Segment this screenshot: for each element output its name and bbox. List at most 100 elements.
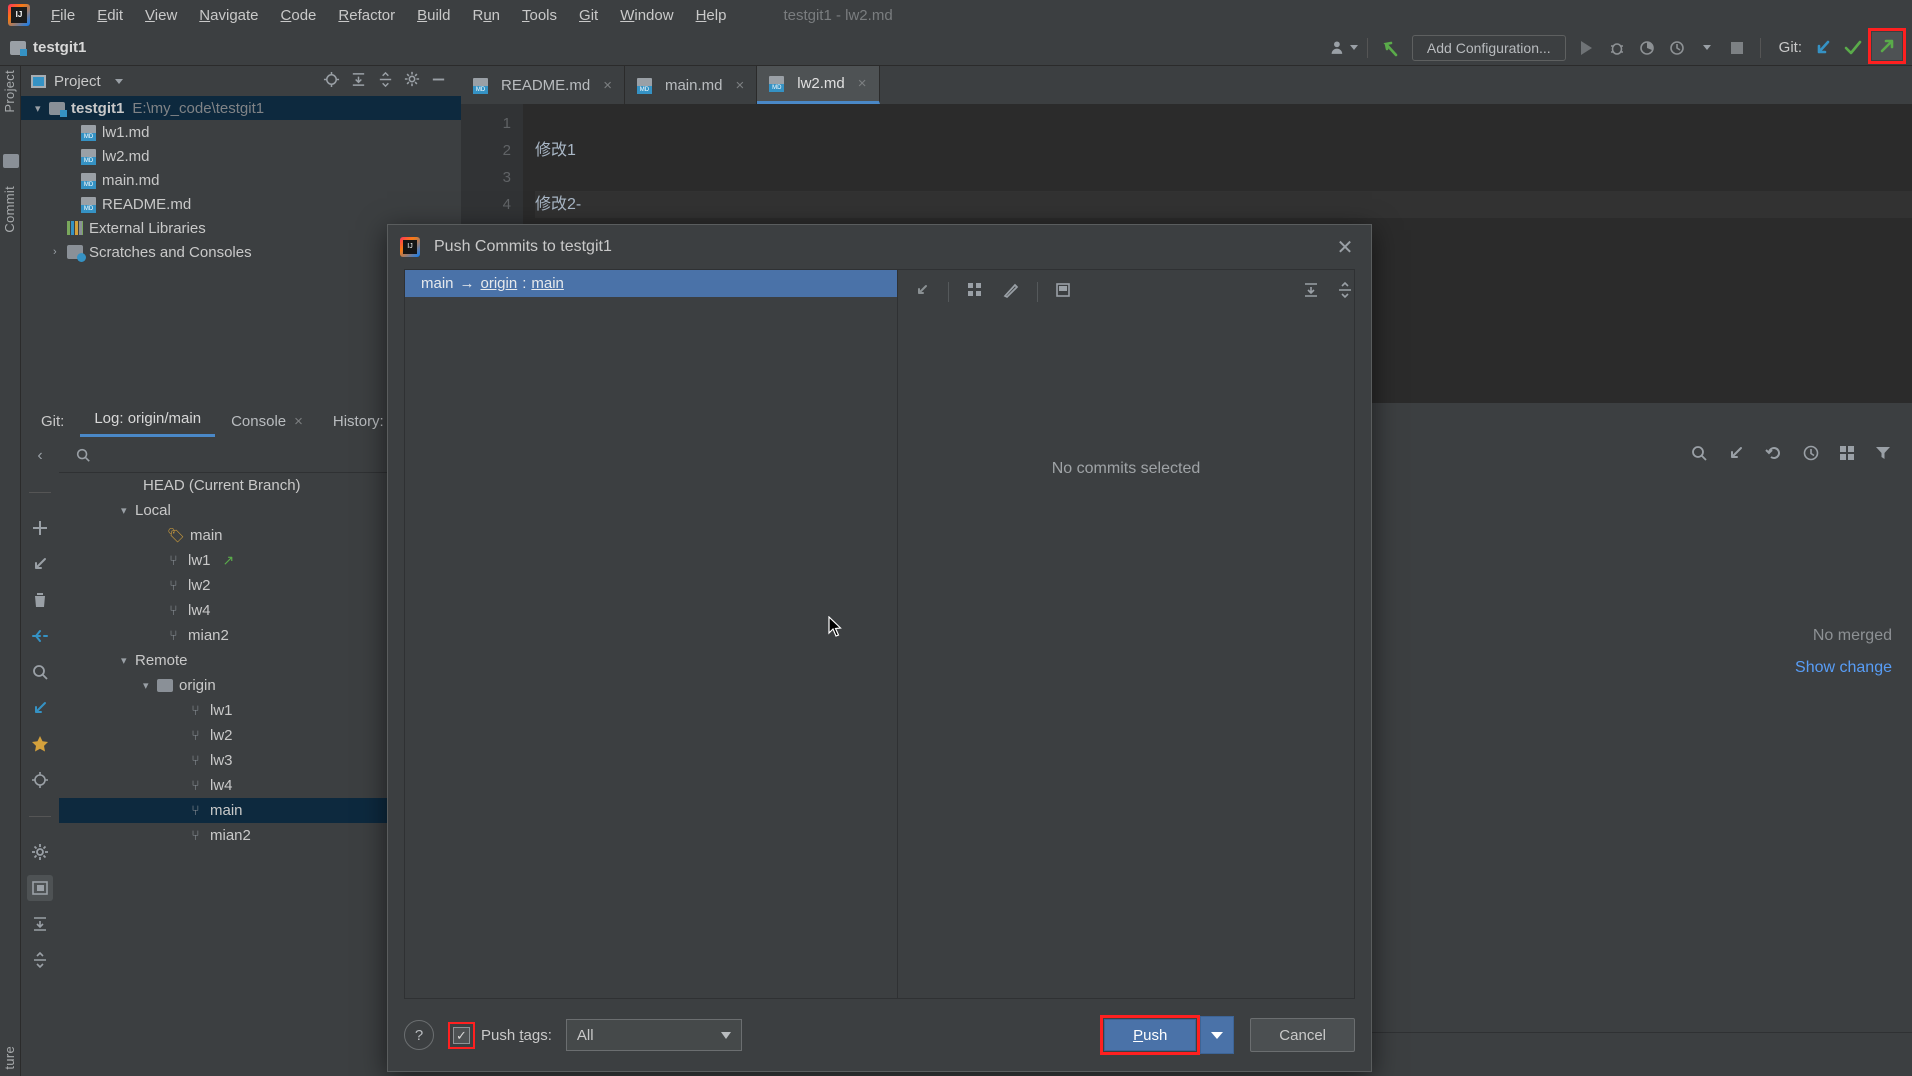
collapse-all-icon[interactable] [1336,281,1354,304]
dialog-commit-list-pane[interactable]: main → origin : main [405,270,898,998]
project-tree-root[interactable]: ▾ testgit1 E:\my_code\testgit1 [21,96,461,120]
branch-local-lw2[interactable]: ⑂ lw2 [59,573,404,598]
show-branches-icon[interactable] [27,875,53,901]
tool-tab-commit[interactable]: Commit [2,186,17,233]
close-icon[interactable]: × [858,75,867,92]
branch-origin-mian2[interactable]: ⑂ mian2 [59,823,404,848]
checkout-icon[interactable] [27,551,53,577]
menu-item-window[interactable]: Window [609,3,684,28]
search-icon[interactable] [1690,444,1708,467]
rebase-icon[interactable] [27,695,53,721]
settings-gear-icon[interactable] [27,839,53,865]
branch-local-mian2[interactable]: ⑂ mian2 [59,623,404,648]
branch-origin-lw2[interactable]: ⑂ lw2 [59,723,404,748]
git-push-icon[interactable] [1872,31,1902,60]
menu-item-code[interactable]: Code [270,3,328,28]
merge-icon[interactable] [27,623,53,649]
tool-tab-project[interactable]: Project [2,70,17,113]
close-icon[interactable]: × [294,413,303,430]
project-file-readme[interactable]: README.md [21,192,461,216]
add-configuration-button[interactable]: Add Configuration... [1411,34,1566,61]
branch-search-bar[interactable] [59,437,404,473]
expand-all-icon[interactable] [350,71,367,92]
history-clock-icon[interactable] [1802,444,1820,467]
push-dropdown-button[interactable] [1200,1016,1235,1054]
branch-origin-lw1[interactable]: ⑂ lw1 [59,698,404,723]
branch-tree-group-remote[interactable]: ▾ Remote [59,648,404,673]
profile-dropdown-icon[interactable] [1692,34,1722,62]
show-changes-link[interactable]: Show change [1795,659,1892,677]
expand-icon[interactable] [27,911,53,937]
hide-panel-icon[interactable] [430,71,447,92]
filter-icon[interactable] [1874,444,1892,467]
branch-origin-lw3[interactable]: ⑂ lw3 [59,748,404,773]
user-icon[interactable] [1329,34,1359,62]
menu-item-file[interactable]: File [40,3,86,28]
push-remote-name[interactable]: origin [481,275,518,292]
close-icon[interactable]: × [735,77,744,94]
tool-tab-structure[interactable]: ture [2,1046,17,1070]
branch-origin-main[interactable]: ⑂ main [59,798,404,823]
editor-tab-lw2[interactable]: lw2.md × [757,66,880,104]
details-icon[interactable] [1054,281,1072,304]
project-file-lw2[interactable]: lw2.md [21,144,461,168]
run-icon[interactable] [1572,34,1602,62]
cancel-button[interactable]: Cancel [1250,1018,1355,1052]
checkout-revision-icon[interactable] [1726,443,1746,468]
menu-item-navigate[interactable]: Navigate [188,3,269,28]
editor-tab-main[interactable]: main.md × [625,66,758,104]
collapse-all-icon[interactable] [377,71,394,92]
menu-item-edit[interactable]: Edit [86,3,134,28]
search-icon[interactable] [27,659,53,685]
branch-tree-head[interactable]: HEAD (Current Branch) [59,473,404,498]
favorite-star-icon[interactable] [27,731,53,757]
locate-target-icon[interactable] [323,71,340,92]
close-icon[interactable]: ✕ [1331,233,1359,261]
menu-item-tools[interactable]: Tools [511,3,568,28]
menu-item-help[interactable]: Help [685,3,738,28]
edit-icon[interactable] [1001,280,1021,305]
git-tab-log[interactable]: Log: origin/main [80,406,216,437]
project-file-main[interactable]: main.md [21,168,461,192]
branch-local-lw1[interactable]: ⑂ lw1 ↗ [59,548,404,573]
editor-tab-readme[interactable]: README.md × [461,66,625,104]
menu-item-git[interactable]: Git [568,3,609,28]
settings-gear-icon[interactable] [404,71,420,91]
coverage-icon[interactable] [1632,34,1662,62]
help-button[interactable]: ? [404,1020,434,1050]
push-tags-select[interactable]: All [565,1019,742,1051]
debug-icon[interactable] [1602,34,1632,62]
group-by-icon[interactable] [1838,444,1856,467]
structure-folder-icon[interactable] [3,154,19,168]
close-icon[interactable]: × [603,77,612,94]
group-by-icon[interactable] [965,280,985,305]
git-commit-check-icon[interactable] [1838,34,1868,62]
collapse-all-icon[interactable] [27,947,53,973]
profile-icon[interactable] [1662,34,1692,62]
target-icon[interactable] [27,767,53,793]
push-tags-checkbox[interactable]: ✓ [453,1026,470,1044]
expand-all-icon[interactable] [1302,281,1320,304]
add-icon[interactable] [27,515,53,541]
menu-item-refactor[interactable]: Refactor [327,3,406,28]
menu-item-run[interactable]: Run [461,3,511,28]
project-file-lw1[interactable]: lw1.md [21,120,461,144]
collapse-icon[interactable]: ‹ [27,443,53,469]
branch-remote-origin[interactable]: ▾ origin [59,673,404,698]
chevron-down-icon[interactable] [114,78,123,84]
branch-origin-lw4[interactable]: ⑂ lw4 [59,773,404,798]
revert-icon[interactable] [1764,443,1784,468]
push-branch-row[interactable]: main → origin : main [405,270,897,297]
collapse-selection-icon[interactable] [912,280,932,305]
push-target-branch[interactable]: main [531,275,564,292]
menu-item-view[interactable]: View [134,3,188,28]
git-tab-console[interactable]: Console × [217,409,317,437]
stop-icon[interactable] [1722,34,1752,62]
delete-icon[interactable] [27,587,53,613]
git-update-icon[interactable] [1808,34,1838,62]
menu-item-build[interactable]: Build [406,3,461,28]
branch-tree-group-local[interactable]: ▾ Local [59,498,404,523]
push-button[interactable]: Push [1104,1019,1197,1051]
branch-local-lw4[interactable]: ⑂ lw4 [59,598,404,623]
undo-arrow-icon[interactable] [1376,34,1406,62]
